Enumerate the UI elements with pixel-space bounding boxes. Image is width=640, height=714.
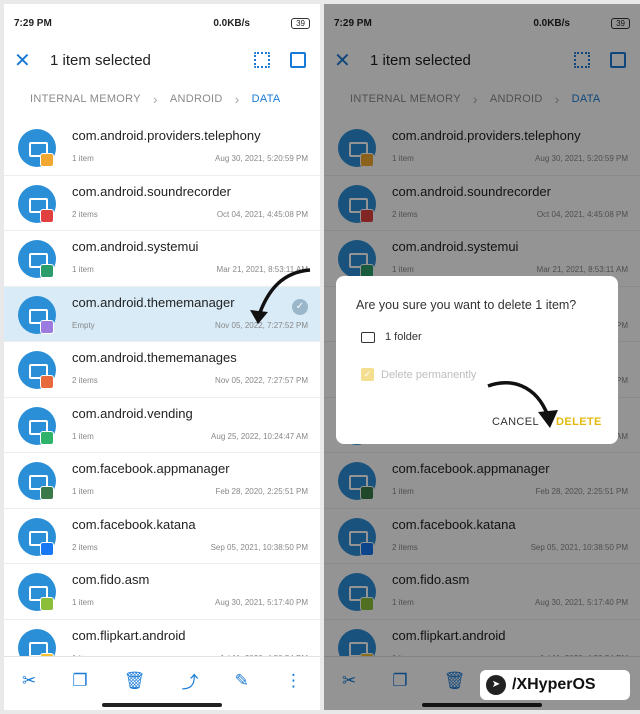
watermark: ➤ /XHyperOS	[480, 670, 630, 700]
dialog-folder-count: 1 folder	[385, 331, 422, 343]
delete-permanently-label: Delete permanently	[381, 369, 477, 381]
arrow-pointer-icon	[250, 268, 311, 324]
arrow-pointer-icon	[487, 381, 558, 428]
item-name: com.android.providers.telephony	[72, 128, 261, 143]
chevron-right-icon: ›	[152, 91, 158, 107]
right-screen: 7:29 PM 0.0KB/s 39 ✕ 1 item selected INT…	[324, 4, 640, 710]
delete-icon[interactable]: 🗑	[124, 671, 146, 691]
item-date: Sep 05, 2021, 10:38:50 PM	[210, 542, 308, 552]
more-icon[interactable]: ⋮	[285, 671, 302, 691]
app-badge-icon	[40, 375, 54, 389]
item-count: Empty	[72, 320, 95, 330]
app-badge-icon	[40, 430, 54, 445]
app-badge-icon	[40, 597, 54, 611]
breadcrumb-internal-memory[interactable]: INTERNAL MEMORY	[30, 93, 141, 105]
share-icon[interactable]: ⤴	[181, 668, 198, 693]
app-badge-icon	[40, 486, 54, 500]
item-date: Aug 25, 2022, 10:24:47 AM	[211, 431, 308, 441]
list-item[interactable]: com.android.soundrecorder 2 items Oct 04, …	[4, 176, 320, 231]
item-date: Aug 30, 2021, 5:20:59 PM	[215, 154, 308, 163]
item-count: 1 item	[72, 154, 94, 163]
folder-icon	[361, 332, 375, 343]
cut-icon[interactable]: ✂	[22, 671, 36, 691]
chevron-right-icon: ›	[234, 91, 240, 107]
delete-button[interactable]: DELETE	[556, 416, 602, 428]
breadcrumb-data[interactable]: DATA	[252, 93, 281, 105]
list-item[interactable]: com.facebook.appmanager 1 item Feb 28, 202…	[4, 453, 320, 509]
breadcrumb: INTERNAL MEMORY › ANDROID › DATA	[4, 78, 320, 120]
watermark-text: /XHyperOS	[512, 676, 596, 693]
item-name: com.flipkart.android	[72, 627, 186, 643]
invert-selection-icon[interactable]	[290, 52, 306, 68]
item-name: com.android.thememanages	[72, 350, 237, 365]
app-badge-icon	[40, 153, 54, 167]
selection-title: 1 item selected	[50, 51, 151, 69]
telegram-icon: ➤	[486, 675, 506, 695]
delete-dialog: Are you sure you want to delete 1 item? …	[336, 276, 618, 444]
breadcrumb-android[interactable]: ANDROID	[170, 93, 223, 105]
list-item[interactable]: com.android.vending 1 item Aug 25, 2022, 1…	[4, 398, 320, 453]
edit-icon[interactable]: ✎	[235, 671, 249, 691]
item-count: 1 item	[72, 265, 94, 274]
status-bar: 7:29 PM 0.0KB/s 39	[4, 4, 320, 42]
dialog-question: Are you sure you want to delete 1 item?	[356, 298, 577, 312]
file-list: com.android.providers.telephony 1 item Aug…	[4, 120, 320, 675]
nav-pill[interactable]	[102, 703, 222, 707]
item-count: 2 items	[72, 542, 98, 552]
list-item[interactable]: com.fido.asm 1 item Aug 30, 2021, 5:17:40 …	[4, 564, 320, 620]
copy-icon[interactable]: ❐	[72, 671, 87, 691]
app-badge-icon	[40, 541, 54, 556]
item-date: Feb 28, 2020, 2:25:51 PM	[215, 487, 308, 496]
battery-icon: 39	[291, 17, 310, 29]
item-date: Nov 05, 2022, 7:27:57 PM	[215, 376, 308, 385]
item-date: Oct 04, 2021, 4:45:08 PM	[216, 209, 308, 219]
app-badge-icon	[40, 319, 54, 334]
bottom-toolbar: ✂ ❐ 🗑 ⤴ ✎ ⋮	[4, 656, 320, 710]
list-item[interactable]: com.android.thememanages 2 items Nov 05, 2…	[4, 342, 320, 398]
item-name: com.android.thememanager	[72, 294, 235, 310]
item-name: com.android.vending	[72, 405, 193, 421]
item-count: 2 items	[72, 209, 98, 219]
item-name: com.fido.asm	[72, 572, 150, 587]
app-badge-icon	[40, 208, 54, 223]
select-all-icon[interactable]	[254, 52, 270, 68]
app-badge-icon	[40, 264, 54, 278]
item-count: 2 items	[72, 376, 98, 385]
status-time: 7:29 PM	[14, 17, 52, 29]
item-name: com.facebook.katana	[72, 516, 196, 532]
left-screen: 7:29 PM 0.0KB/s 39 ✕ 1 item selected INT…	[4, 4, 320, 710]
item-name: com.android.systemui	[72, 239, 199, 254]
list-item[interactable]: com.android.providers.telephony 1 item Aug…	[4, 120, 320, 176]
item-name: com.facebook.appmanager	[72, 461, 230, 476]
close-icon[interactable]: ✕	[14, 48, 44, 73]
item-count: 1 item	[72, 487, 94, 496]
network-speed: 0.0KB/s	[213, 17, 250, 29]
list-item[interactable]: com.facebook.katana 2 items Sep 05, 2021, …	[4, 509, 320, 564]
item-count: 1 item	[72, 431, 94, 441]
app-bar: ✕ 1 item selected	[4, 42, 320, 78]
delete-permanently-checkbox[interactable]: ✓	[361, 368, 374, 381]
item-name: com.android.soundrecorder	[72, 183, 231, 199]
item-date: Aug 30, 2021, 5:17:40 PM	[215, 598, 308, 607]
item-count: 1 item	[72, 598, 94, 607]
